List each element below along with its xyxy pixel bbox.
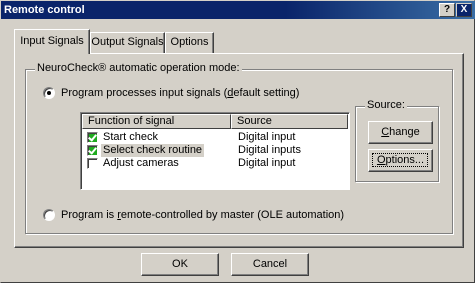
remote-control-dialog: Remote control ? X Input Signals Output … bbox=[0, 0, 475, 283]
signal-checkbox[interactable] bbox=[87, 158, 98, 169]
focus-rect bbox=[372, 153, 428, 167]
radio-remote-controlled[interactable] bbox=[43, 209, 55, 221]
source-legend: Source: bbox=[365, 99, 407, 112]
cancel-button[interactable]: Cancel bbox=[231, 253, 309, 276]
signal-function: Start check bbox=[103, 131, 159, 143]
options-button[interactable]: Options... bbox=[368, 149, 433, 172]
signal-row[interactable]: Select check routine Digital inputs bbox=[83, 144, 348, 157]
signal-list[interactable]: Function of signal Source Start check Di… bbox=[80, 112, 350, 190]
signal-function: Select check routine bbox=[101, 144, 205, 157]
tab-input-signals[interactable]: Input Signals bbox=[14, 29, 90, 54]
tab-options[interactable]: Options bbox=[165, 32, 214, 53]
signal-source: Digital inputs bbox=[238, 144, 301, 156]
change-button[interactable]: Change bbox=[368, 121, 433, 144]
signal-function: Adjust cameras bbox=[103, 157, 179, 169]
radio-remote-controlled-label[interactable]: Program is remote-controlled by master (… bbox=[61, 209, 344, 222]
tab-output-signals[interactable]: Output Signals bbox=[90, 32, 165, 53]
help-button[interactable]: ? bbox=[439, 3, 455, 17]
radio-process-input-signals-label[interactable]: Program processes input signals (default… bbox=[61, 87, 299, 100]
radio-process-input-signals[interactable] bbox=[43, 87, 55, 99]
signal-checkbox[interactable] bbox=[87, 132, 98, 143]
column-header-source[interactable]: Source bbox=[231, 114, 348, 129]
close-icon[interactable]: X bbox=[456, 3, 472, 17]
signal-source: Digital input bbox=[238, 157, 296, 169]
operation-mode-legend: NeuroCheck® automatic operation mode: bbox=[35, 62, 242, 75]
signal-row[interactable]: Adjust cameras Digital input bbox=[83, 157, 348, 170]
ok-button[interactable]: OK bbox=[141, 253, 219, 276]
signal-source: Digital input bbox=[238, 131, 296, 143]
title-bar[interactable]: Remote control bbox=[1, 1, 475, 19]
column-header-function[interactable]: Function of signal bbox=[82, 114, 231, 129]
signal-row[interactable]: Start check Digital input bbox=[83, 131, 348, 144]
window-title: Remote control bbox=[4, 4, 85, 16]
signal-checkbox[interactable] bbox=[87, 145, 98, 156]
